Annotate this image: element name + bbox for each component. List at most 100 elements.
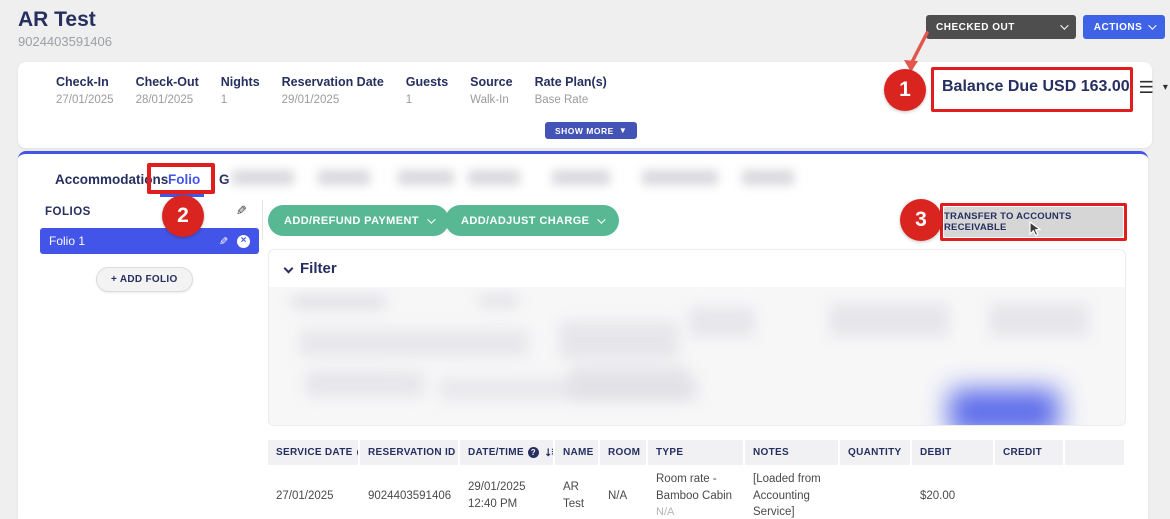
cell-type: Room rate - Bamboo Cabin N/A — [648, 465, 745, 519]
transfer-label: TRANSFER TO ACCOUNTS RECEIVABLE — [944, 211, 1123, 233]
col-reservation-id: RESERVATION ID — [360, 440, 460, 465]
cell-reservation-id: 9024403591406 — [360, 465, 460, 519]
help-icon: ? — [528, 447, 539, 458]
cell-quantity — [840, 465, 912, 519]
col-label: NOTES — [753, 447, 789, 458]
col-label: DEBIT — [920, 447, 952, 458]
blurred-content — [559, 321, 679, 359]
blurred-content — [829, 303, 949, 337]
field-source: Source Walk-In — [470, 75, 512, 106]
col-label: DATE/TIME — [468, 447, 524, 458]
reservation-page: AR Test 9024403591406 CHECKED OUT ACTION… — [0, 0, 1170, 519]
col-service-date: SERVICE DATE ? — [268, 440, 360, 465]
field-check-in: Check-In 27/01/2025 — [56, 75, 114, 106]
blurred-tab — [552, 170, 610, 185]
blurred-tab — [468, 170, 520, 185]
balance-due-menu[interactable]: Balance Due USD 163.00 ☰ ▾ — [942, 78, 1168, 96]
add-folio-button[interactable]: + ADD FOLIO — [96, 267, 193, 292]
col-quantity: QUANTITY — [840, 440, 912, 465]
add-adjust-charge-label: ADD/ADJUST CHARGE — [461, 215, 589, 227]
active-tab-underline — [160, 194, 204, 197]
close-folio-icon[interactable]: × — [237, 235, 250, 248]
status-dropdown[interactable]: CHECKED OUT — [926, 15, 1076, 39]
cell-notes: [Loaded from Accounting Service] — [745, 465, 840, 519]
col-label: ROOM — [608, 447, 640, 458]
caret-down-icon: ▾ — [1163, 82, 1168, 93]
col-debit: DEBIT — [912, 440, 995, 465]
add-adjust-charge-button[interactable]: ADD/ADJUST CHARGE — [445, 205, 619, 236]
blurred-content — [299, 329, 529, 357]
show-more-label: SHOW MORE — [555, 126, 614, 136]
blurred-tab — [742, 170, 794, 185]
chevron-down-icon — [284, 264, 294, 274]
add-refund-payment-label: ADD/REFUND PAYMENT — [284, 215, 419, 227]
blurred-tab — [642, 170, 718, 185]
cell-actions-empty — [1065, 465, 1126, 519]
col-name: NAME — [555, 440, 600, 465]
col-label: TYPE — [656, 447, 683, 458]
tab-folio[interactable]: Folio — [168, 172, 200, 187]
blurred-primary-button — [949, 389, 1059, 425]
blurred-content — [989, 303, 1089, 337]
blurred-tab — [398, 170, 454, 185]
balance-due-text: Balance Due USD 163.00 — [942, 78, 1130, 96]
folio-name: Folio 1 — [49, 234, 85, 248]
chevron-down-icon — [1060, 21, 1068, 29]
col-actions-empty — [1065, 440, 1126, 465]
actions-button[interactable]: ACTIONS — [1083, 15, 1165, 39]
folio-table-header: SERVICE DATE ? RESERVATION ID DATE/TIME … — [268, 440, 1126, 465]
folios-panel-title: FOLIOS — [45, 206, 91, 218]
field-reservation-date: Reservation Date 29/01/2025 — [282, 75, 384, 106]
blurred-content — [569, 365, 689, 399]
show-more-button[interactable]: SHOW MORE ▼ — [545, 122, 637, 139]
reservation-number: 9024403591406 — [18, 34, 112, 49]
col-notes: NOTES — [745, 440, 840, 465]
status-label: CHECKED OUT — [936, 22, 1015, 33]
hamburger-menu-icon[interactable]: ☰ — [1139, 79, 1154, 96]
blurred-content — [291, 295, 386, 309]
chevron-down-icon — [427, 215, 435, 223]
filter-collapse-header[interactable]: Filter — [269, 250, 1125, 287]
filter-panel: Filter — [268, 249, 1126, 426]
cell-room: N/A — [600, 465, 648, 519]
page-title: AR Test — [18, 8, 96, 32]
cell-service-date: 27/01/2025 — [268, 465, 360, 519]
col-date-time: DATE/TIME ? — [460, 440, 555, 465]
edit-folio-icon[interactable]: ✎ — [219, 235, 228, 248]
filter-body-blurred — [269, 287, 1125, 425]
col-label: NAME — [563, 447, 594, 458]
transfer-to-accounts-receivable-button[interactable]: TRANSFER TO ACCOUNTS RECEIVABLE — [944, 207, 1123, 237]
filter-title: Filter — [300, 260, 337, 277]
col-room: ROOM — [600, 440, 648, 465]
add-refund-payment-button[interactable]: ADD/REFUND PAYMENT — [268, 205, 449, 236]
cell-date-time: 29/01/2025 12:40 PM — [460, 465, 555, 519]
folio-list-item[interactable]: Folio 1 ✎ × — [40, 228, 259, 254]
cell-credit — [995, 465, 1065, 519]
col-credit: CREDIT — [995, 440, 1065, 465]
field-nights: Nights 1 — [221, 75, 260, 106]
field-check-out: Check-Out 28/01/2025 — [136, 75, 199, 106]
field-guests: Guests 1 — [406, 75, 448, 106]
chevron-down-icon — [598, 215, 606, 223]
sort-icon[interactable] — [545, 447, 555, 458]
cell-name: AR Test — [555, 465, 600, 519]
triangle-down-icon: ▼ — [619, 126, 627, 135]
blurred-content — [689, 307, 755, 337]
col-type: TYPE — [648, 440, 745, 465]
divider — [262, 200, 263, 240]
field-rate-plans: Rate Plan(s) Base Rate — [535, 75, 607, 106]
summary-fields: Check-In 27/01/2025 Check-Out 28/01/2025… — [56, 75, 607, 106]
table-row[interactable]: 27/01/2025 9024403591406 29/01/2025 12:4… — [268, 465, 1126, 519]
blurred-tab — [318, 170, 370, 185]
col-label: QUANTITY — [848, 447, 902, 458]
tab-accommodations[interactable]: Accommodations — [55, 172, 168, 187]
cell-debit: $20.00 — [912, 465, 995, 519]
chevron-down-icon — [1148, 21, 1156, 29]
tab-partial-blurred[interactable]: G — [219, 172, 230, 187]
col-label: RESERVATION ID — [368, 447, 456, 458]
edit-folios-icon[interactable]: ✎ — [236, 203, 247, 219]
blurred-content — [305, 371, 425, 397]
col-label: SERVICE DATE — [276, 447, 353, 458]
actions-label: ACTIONS — [1094, 22, 1143, 33]
col-label: CREDIT — [1003, 447, 1042, 458]
